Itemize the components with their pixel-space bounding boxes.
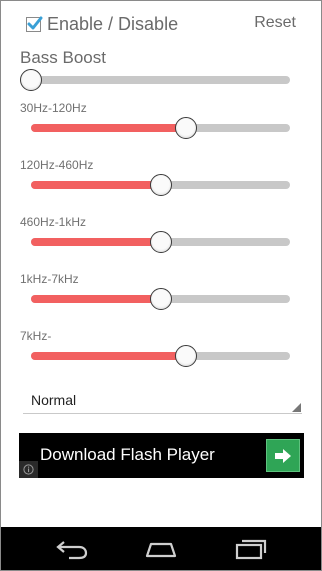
slider-fill: [31, 295, 161, 303]
reset-button[interactable]: Reset: [254, 14, 296, 32]
band-slider-30hz-120hz[interactable]: [31, 115, 290, 139]
band-slider-7khz[interactable]: [31, 343, 290, 367]
slider-fill: [31, 238, 161, 246]
enable-checkbox[interactable]: [26, 16, 43, 32]
checkmark-icon: [27, 16, 43, 29]
band-label-7khz: 7kHz-: [20, 329, 52, 343]
slider-thumb[interactable]: [175, 345, 198, 367]
band-label-120hz-460hz: 120Hz-460Hz: [20, 158, 94, 172]
bass-boost-slider[interactable]: [20, 67, 290, 91]
slider-thumb[interactable]: [175, 117, 198, 139]
bass-boost-label: Bass Boost: [20, 48, 106, 67]
ad-text: Download Flash Player: [40, 445, 215, 464]
band-label-1khz-7khz: 1kHz-7kHz: [20, 272, 79, 286]
info-icon[interactable]: [19, 461, 38, 478]
slider-thumb[interactable]: [149, 288, 172, 310]
slider-fill: [31, 352, 187, 360]
slider-thumb[interactable]: [149, 231, 172, 253]
home-icon[interactable]: [141, 537, 181, 561]
ad-banner[interactable]: Download Flash Player: [19, 433, 304, 478]
slider-fill: [31, 124, 187, 132]
dropdown-arrow-icon: [292, 403, 301, 412]
band-label-30hz-120hz: 30Hz-120Hz: [20, 101, 87, 115]
band-label-460hz-1khz: 460Hz-1kHz: [20, 215, 87, 229]
band-slider-120hz-460hz[interactable]: [31, 172, 290, 196]
back-icon[interactable]: [53, 537, 93, 561]
preset-value: Normal: [31, 392, 77, 408]
slider-track: [31, 76, 290, 84]
navigation-bar: [1, 527, 321, 570]
band-slider-460hz-1khz[interactable]: [31, 229, 290, 253]
recent-apps-icon[interactable]: [230, 537, 270, 561]
slider-thumb[interactable]: [149, 174, 172, 196]
ad-arrow-button[interactable]: [266, 439, 300, 472]
preset-dropdown[interactable]: Normal: [23, 389, 302, 414]
app-frame: Enable / Disable Reset Bass Boost 30Hz-1…: [0, 0, 322, 571]
slider-thumb[interactable]: [20, 69, 42, 91]
slider-fill: [31, 181, 161, 189]
enable-label: Enable / Disable: [47, 13, 179, 34]
enable-toggle[interactable]: Enable / Disable: [26, 12, 178, 36]
arrow-right-icon: [275, 448, 291, 463]
band-slider-1khz-7khz[interactable]: [31, 286, 290, 310]
